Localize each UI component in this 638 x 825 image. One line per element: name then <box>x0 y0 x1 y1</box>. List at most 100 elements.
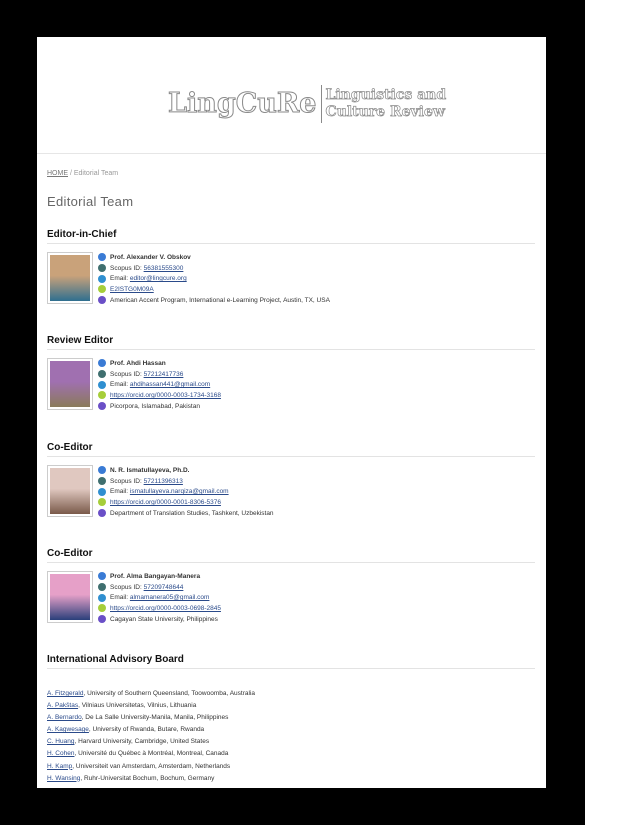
advisor-affiliation: , University of Southern Queensland, Too… <box>83 690 256 697</box>
advisor-name-link[interactable]: A. Bernardo <box>47 714 82 721</box>
email-label: Email: <box>110 488 129 496</box>
breadcrumb: HOME / Editorial Team <box>47 170 118 177</box>
orcid-link[interactable]: https://orcid.org/0000-0001-8306-5376 <box>110 499 221 506</box>
member-card: Prof. Alma Bangayan-Manera Scopus ID: 572… <box>47 571 535 624</box>
advisor-name-link[interactable]: H. Wansing <box>47 775 80 782</box>
header: LingCuRe Linguistics and Culture Review <box>37 37 546 154</box>
email-icon <box>98 487 106 496</box>
member-photo <box>47 571 93 623</box>
advisor-name-link[interactable]: A. Kagwesage <box>47 726 89 733</box>
location-icon <box>98 296 106 305</box>
member-name: Prof. Ahdi Hassan <box>110 359 166 367</box>
advisor-affiliation: , Harvard University, Cambridge, United … <box>74 738 210 746</box>
email-link[interactable]: ismatullayeva.narqiza@gmail.com <box>130 488 229 495</box>
page-title: Editorial Team <box>47 194 134 209</box>
section-title: Review Editor <box>47 335 535 350</box>
email-link[interactable]: ahdihassan441@gmail.com <box>130 381 210 388</box>
advisor-name-link[interactable]: C. Huang <box>47 738 74 745</box>
member-card: N. R. Ismatullayeva, Ph.D. Scopus ID: 572… <box>47 465 535 518</box>
member-photo <box>47 358 93 410</box>
user-icon <box>98 572 106 581</box>
advisor-name-link[interactable]: A. Fitzgerald <box>47 690 84 697</box>
logo-divider <box>320 85 322 123</box>
advisory-board-title: International Advisory Board <box>47 654 535 669</box>
advisor-affiliation: , Université du Québec à Montréal, Montr… <box>74 750 229 758</box>
breadcrumb-current: Editorial Team <box>73 170 119 177</box>
section-title: Co-Editor <box>47 548 535 563</box>
member-info: Prof. Alma Bangayan-Manera Scopus ID: 572… <box>98 571 221 624</box>
email-icon <box>98 274 106 283</box>
advisory-board-item: A. Pakštas, Vilniaus Universitetas, Viln… <box>47 700 535 712</box>
page: LingCuRe Linguistics and Culture Review … <box>37 37 546 788</box>
member-info: N. R. Ismatullayeva, Ph.D. Scopus ID: 572… <box>98 465 274 518</box>
scopus-icon <box>98 477 106 486</box>
member-name: Prof. Alexander V. Obskov <box>110 253 191 261</box>
scopus-icon <box>98 264 106 273</box>
logo-line-2: Culture Review <box>325 104 445 121</box>
email-link[interactable]: almamanera05@gmail.com <box>130 594 210 601</box>
member-affiliation: Department of Translation Studies, Tashk… <box>110 509 274 517</box>
advisor-affiliation: , Universiteit van Amsterdam, Amsterdam,… <box>72 762 231 770</box>
logo-text: Linguistics and Culture Review <box>325 87 447 121</box>
email-icon <box>98 593 106 602</box>
advisory-board-item: A. Kagwesage, University of Rwanda, Buta… <box>47 724 535 736</box>
member-affiliation: American Accent Program, International e… <box>110 296 330 304</box>
journal-logo[interactable]: LingCuRe Linguistics and Culture Review <box>168 85 446 123</box>
orcid-link[interactable]: https://orcid.org/0000-0003-0698-2845 <box>110 605 221 612</box>
advisor-affiliation: , University of Rwanda, Butare, Rwanda <box>88 726 205 734</box>
orcid-icon <box>98 498 106 507</box>
email-label: Email: <box>110 275 129 283</box>
member-photo <box>47 465 93 517</box>
user-icon <box>98 466 106 475</box>
member-photo-image <box>50 468 90 514</box>
member-affiliation: Cagayan State University, Philippines <box>110 615 218 623</box>
editor-section: Co-Editor N. R. Ismatullayeva, Ph.D. Scopu… <box>47 442 535 518</box>
orcid-link[interactable]: E2ISTG0M09A <box>110 286 154 293</box>
scopus-label: Scopus ID: <box>110 370 142 378</box>
logo-line-1: Linguistics and <box>325 87 447 104</box>
member-name: N. R. Ismatullayeva, Ph.D. <box>110 466 190 474</box>
member-info: Prof. Ahdi Hassan Scopus ID: 57212417736 E… <box>98 358 221 411</box>
advisory-board-item: C. Huang, Harvard University, Cambridge,… <box>47 736 535 748</box>
scopus-link[interactable]: 57211396313 <box>144 478 183 485</box>
scopus-link[interactable]: 56381555300 <box>144 265 184 272</box>
email-link[interactable]: editor@lingcure.org <box>130 275 187 282</box>
orcid-icon <box>98 391 106 400</box>
advisory-board-item: H. Kamp, Universiteit van Amsterdam, Ams… <box>47 761 535 773</box>
member-card: Prof. Ahdi Hassan Scopus ID: 57212417736 E… <box>47 358 535 411</box>
scopus-link[interactable]: 57212417736 <box>144 371 184 378</box>
email-icon <box>98 380 106 389</box>
advisory-board-section: International Advisory Board A. Fitzgera… <box>47 654 535 785</box>
advisor-affiliation: , De La Salle University-Manila, Manila,… <box>81 714 229 722</box>
location-icon <box>98 509 106 518</box>
breadcrumb-home-link[interactable]: HOME <box>47 170 68 177</box>
scopus-link[interactable]: 57209748644 <box>144 584 184 591</box>
advisory-board-item: A. Bernardo, De La Salle University-Mani… <box>47 712 535 724</box>
user-icon <box>98 359 106 368</box>
orcid-link[interactable]: https://orcid.org/0000-0003-1734-3168 <box>110 392 221 399</box>
advisory-board-item: H. Cohen, Université du Québec à Montréa… <box>47 748 535 760</box>
editor-section: Editor-in-Chief Prof. Alexander V. Obskov… <box>47 229 535 305</box>
member-info: Prof. Alexander V. Obskov Scopus ID: 5638… <box>98 252 330 305</box>
scopus-label: Scopus ID: <box>110 264 142 272</box>
editor-section: Co-Editor Prof. Alma Bangayan-Manera Scopu… <box>47 548 535 624</box>
scopus-icon <box>98 583 106 592</box>
editor-section: Review Editor Prof. Ahdi Hassan Scopus ID:… <box>47 335 535 411</box>
section-title: Editor-in-Chief <box>47 229 535 244</box>
member-affiliation: Picorpora, Islamabad, Pakistan <box>110 402 200 410</box>
location-icon <box>98 615 106 624</box>
orcid-icon <box>98 604 106 613</box>
advisor-affiliation: , Ruhr-Universitat Bochum, Bochum, Germa… <box>80 774 215 782</box>
scopus-label: Scopus ID: <box>110 583 142 591</box>
member-photo-image <box>50 255 90 301</box>
location-icon <box>98 402 106 411</box>
advisor-name-link[interactable]: H. Kamp <box>47 763 72 770</box>
email-label: Email: <box>110 381 129 389</box>
member-card: Prof. Alexander V. Obskov Scopus ID: 5638… <box>47 252 535 305</box>
member-name: Prof. Alma Bangayan-Manera <box>110 572 201 580</box>
scopus-icon <box>98 370 106 379</box>
user-icon <box>98 253 106 262</box>
side-strip <box>585 0 638 825</box>
advisor-name-link[interactable]: A. Pakštas <box>47 702 78 709</box>
advisor-name-link[interactable]: H. Cohen <box>47 750 74 757</box>
